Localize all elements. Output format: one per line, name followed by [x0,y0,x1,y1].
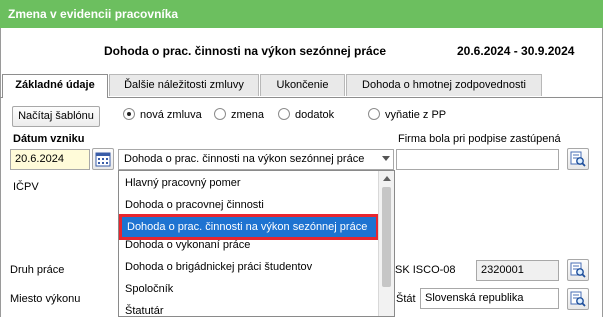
dropdown-option[interactable]: Dohoda o pracovnej činnosti [119,194,379,216]
radio-new-contract[interactable]: nová zmluva [123,108,202,122]
tab-termination[interactable]: Ukončenie [260,74,345,96]
tab-basic-data[interactable]: Základné údaje [2,74,108,98]
state-field[interactable]: Slovenská republika [420,288,559,309]
dropdown-option[interactable]: Spoločník [119,278,379,300]
company-representative-lookup-button[interactable] [567,148,589,170]
calendar-icon [95,152,111,167]
dropdown-option[interactable]: Dohoda o brigádnickej práci študentov [119,256,379,278]
tab-material-liability[interactable]: Dohoda o hmotnej zodpovednosti [346,74,542,96]
contract-kind-value: Dohoda o prac. činnosti na výkon sezónne… [124,153,365,165]
load-template-button[interactable]: Načítaj šablónu [12,106,100,127]
scrollbar-thumb[interactable] [382,187,391,287]
window-title: Zmena v evidencii pracovníka [0,0,603,28]
state-lookup-button[interactable] [567,288,589,310]
company-representative-label: Firma bola pri podpise zastúpená [398,133,561,145]
scroll-up-icon[interactable] [383,176,391,181]
radio-amendment[interactable]: dodatok [278,108,334,122]
job-type-label: Druh práce [10,264,65,276]
chevron-down-icon [382,156,390,161]
isco-lookup-button[interactable] [567,259,589,281]
search-list-icon [570,262,586,278]
contract-title: Dohoda o prac. činnosti na výkon sezónne… [104,44,387,58]
radio-unchecked-icon [214,108,226,120]
radio-unchecked-icon [368,108,380,120]
date-of-origin-label: Dátum vzniku [13,133,85,145]
dropdown-option[interactable]: Dohoda o vykonaní práce [119,234,379,256]
radio-checked-icon [123,108,135,120]
dropdown-scrollbar[interactable] [378,171,394,316]
contract-date-range: 20.6.2024 - 30.9.2024 [457,44,575,58]
state-label: Štát [396,293,416,305]
radio-label: dodatok [295,109,335,121]
isco-label: SK ISCO-08 [395,264,456,276]
radio-exclusion[interactable]: vyňatie z PP [368,108,446,122]
work-place-label: Miesto výkonu [10,293,81,305]
icpv-label: IČPV [13,181,39,193]
contract-kind-dropdown: Hlavný pracovný pomer Dohoda o pracovnej… [118,170,395,317]
search-list-icon [570,291,586,307]
radio-unchecked-icon [278,108,290,120]
company-representative-field[interactable] [396,149,559,170]
contract-kind-select[interactable]: Dohoda o prac. činnosti na výkon sezónne… [118,149,394,170]
radio-label: zmena [231,109,265,121]
dropdown-option[interactable]: Hlavný pracovný pomer [119,172,379,194]
radio-label: nová zmluva [140,109,202,121]
search-list-icon [570,151,586,167]
radio-label: vyňatie z PP [385,109,447,121]
radio-change[interactable]: zmena [214,108,264,122]
tab-other-details[interactable]: Ďalšie náležitosti zmluvy [109,74,259,96]
dropdown-option[interactable]: Štatutár [119,300,379,316]
isco-code-field[interactable]: 2320001 [476,260,559,281]
date-of-origin-field[interactable]: 20.6.2024 [10,149,90,170]
calendar-button[interactable] [92,148,114,170]
